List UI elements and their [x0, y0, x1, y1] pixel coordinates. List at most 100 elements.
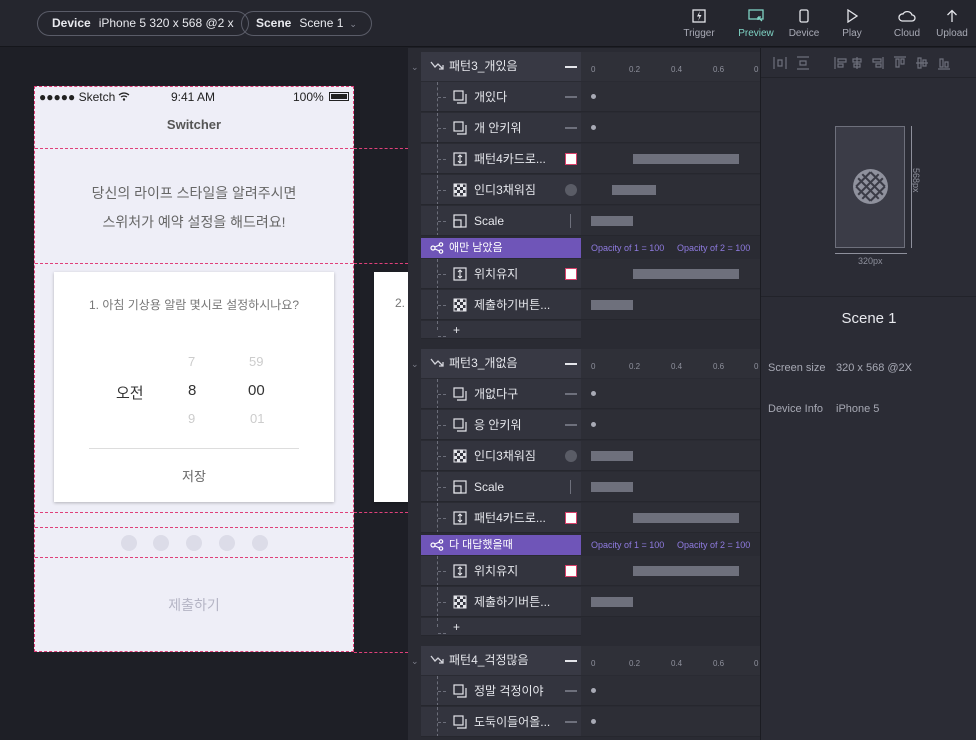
layer-name-cell[interactable]: 제출하기버튼...	[421, 587, 581, 617]
track[interactable]	[581, 410, 760, 440]
layer-row[interactable]: Scale	[408, 206, 760, 237]
layer-name-cell[interactable]: 인디3채워짐	[421, 175, 581, 205]
layer-row[interactable]: 개 안키워	[408, 113, 760, 144]
value-marker[interactable]	[570, 480, 571, 494]
page-dot[interactable]	[219, 535, 235, 551]
design-canvas[interactable]: ●●●●● Sketch 9:41 AM 100% Switcher 당신의 라…	[0, 48, 408, 740]
layer-name-cell[interactable]: 개 안키워	[421, 113, 581, 143]
layer-name-cell[interactable]: 개없다구	[421, 379, 581, 409]
chevron-down-icon[interactable]: ⌄	[411, 656, 419, 667]
chevron-down-icon[interactable]: ⌄	[411, 359, 419, 370]
track[interactable]	[581, 556, 760, 586]
align-icons[interactable]	[773, 56, 963, 70]
track[interactable]	[581, 379, 760, 409]
keyframe[interactable]	[591, 688, 596, 693]
scene-selector[interactable]: Scene Scene 1 ⌄	[241, 11, 372, 36]
color-swatch[interactable]	[565, 268, 577, 280]
add-layer-button[interactable]: +	[421, 618, 581, 636]
track[interactable]	[581, 175, 760, 205]
hide-icon[interactable]	[565, 127, 577, 129]
layer-row[interactable]: 정말 걱정이야	[408, 676, 760, 707]
condition-row[interactable]: 다 대답했을때 Opacity of 1 = 100 Opacity of 2 …	[408, 535, 760, 555]
color-swatch[interactable]	[565, 153, 577, 165]
hide-icon[interactable]	[565, 690, 577, 692]
value-dot[interactable]	[565, 184, 577, 196]
trigger-button[interactable]: Trigger	[673, 9, 725, 39]
value-marker[interactable]	[570, 214, 571, 228]
condition-label[interactable]: 애만 남았음	[421, 238, 581, 258]
chevron-down-icon[interactable]: ⌄	[411, 62, 419, 73]
track[interactable]	[581, 707, 760, 737]
layer-group[interactable]: ⌄ 패턴3_개없음 0 0.2 0.4 0.6 0	[408, 349, 760, 380]
preview-button[interactable]: Preview	[730, 9, 782, 39]
keyframe[interactable]	[591, 719, 596, 724]
layer-name-cell[interactable]: 개있다	[421, 82, 581, 112]
animation-bar[interactable]	[612, 185, 656, 195]
layer-group[interactable]: ⌄ 패턴4_걱정많음 0 0.2 0.4 0.6 0	[408, 646, 760, 677]
keyframe[interactable]	[591, 422, 596, 427]
question-card[interactable]: 1. 아침 기상용 알람 몇시로 설정하시나요? 오전 7 8 9 59 00 …	[54, 272, 334, 502]
animation-bar[interactable]	[633, 566, 739, 576]
track[interactable]	[581, 503, 760, 533]
animation-bar[interactable]	[591, 451, 633, 461]
value-dot[interactable]	[565, 450, 577, 462]
layer-name-cell[interactable]: Scale	[421, 472, 581, 502]
hour-picker[interactable]: 8	[188, 382, 196, 399]
track[interactable]	[581, 472, 760, 502]
add-layer-button[interactable]: +	[421, 321, 581, 339]
condition-label[interactable]: 다 대답했을때	[421, 535, 581, 555]
layer-row[interactable]: 위치유지	[408, 556, 760, 587]
page-dot[interactable]	[252, 535, 268, 551]
collapse-icon[interactable]	[565, 66, 577, 68]
hide-icon[interactable]	[565, 721, 577, 723]
condition-row[interactable]: 애만 남았음 Opacity of 1 = 100 Opacity of 2 =…	[408, 238, 760, 258]
collapse-icon[interactable]	[565, 660, 577, 662]
ampm-picker[interactable]: 오전	[116, 382, 144, 403]
add-row[interactable]: +	[408, 321, 760, 339]
device-selector[interactable]: Device iPhone 5 320 x 568 @2 x	[37, 11, 249, 36]
color-swatch[interactable]	[565, 565, 577, 577]
layer-name-cell[interactable]: 패턴4카드로...	[421, 503, 581, 533]
track[interactable]	[581, 259, 760, 289]
layer-name-cell[interactable]: 인디3채워짐	[421, 441, 581, 471]
phone-artboard[interactable]: ●●●●● Sketch 9:41 AM 100% Switcher 당신의 라…	[34, 86, 354, 652]
animation-bar[interactable]	[591, 597, 633, 607]
animation-bar[interactable]	[591, 482, 633, 492]
layer-row[interactable]: 도둑이들어올...	[408, 707, 760, 738]
layer-name-cell[interactable]: 제출하기버튼...	[421, 290, 581, 320]
layer-row[interactable]: 개없다구	[408, 379, 760, 410]
layer-name-cell[interactable]: Scale	[421, 206, 581, 236]
layer-name-cell[interactable]: 응 안키워	[421, 410, 581, 440]
group-header[interactable]: 패턴4_걱정많음	[421, 646, 581, 675]
minute-picker[interactable]: 00	[248, 382, 265, 399]
layer-name-cell[interactable]: 도둑이들어올...	[421, 707, 581, 737]
layer-name-cell[interactable]: 정말 걱정이야	[421, 676, 581, 706]
upload-button[interactable]: Upload	[926, 9, 976, 39]
animation-bar[interactable]	[633, 269, 739, 279]
layer-row[interactable]: 제출하기버튼...	[408, 587, 760, 618]
layer-row[interactable]: 제출하기버튼...	[408, 290, 760, 321]
save-button[interactable]: 저장	[54, 466, 334, 485]
track[interactable]	[581, 82, 760, 112]
animation-bar[interactable]	[633, 154, 739, 164]
submit-button[interactable]: 제출하기	[35, 595, 353, 615]
hide-icon[interactable]	[565, 96, 577, 98]
layer-row[interactable]: 인디3채워짐	[408, 175, 760, 206]
play-button[interactable]: Play	[826, 9, 878, 39]
layer-name-cell[interactable]: 위치유지	[421, 259, 581, 289]
layer-group[interactable]: ⌄ 패턴3_개있음 0 0.2 0.4 0.6 0	[408, 52, 760, 83]
animation-bar[interactable]	[591, 300, 633, 310]
track[interactable]	[581, 587, 760, 617]
track[interactable]	[581, 441, 760, 471]
layer-row[interactable]: 위치유지	[408, 259, 760, 290]
layer-name-cell[interactable]: 패턴4카드로...	[421, 144, 581, 174]
track[interactable]	[581, 290, 760, 320]
add-row[interactable]: +	[408, 618, 760, 636]
layer-row[interactable]: 개있다	[408, 82, 760, 113]
keyframe[interactable]	[591, 94, 596, 99]
scene-thumbnail[interactable]	[835, 126, 905, 248]
page-dot[interactable]	[186, 535, 202, 551]
animation-bar[interactable]	[591, 216, 633, 226]
hide-icon[interactable]	[565, 393, 577, 395]
layer-row[interactable]: 응 안키워	[408, 410, 760, 441]
